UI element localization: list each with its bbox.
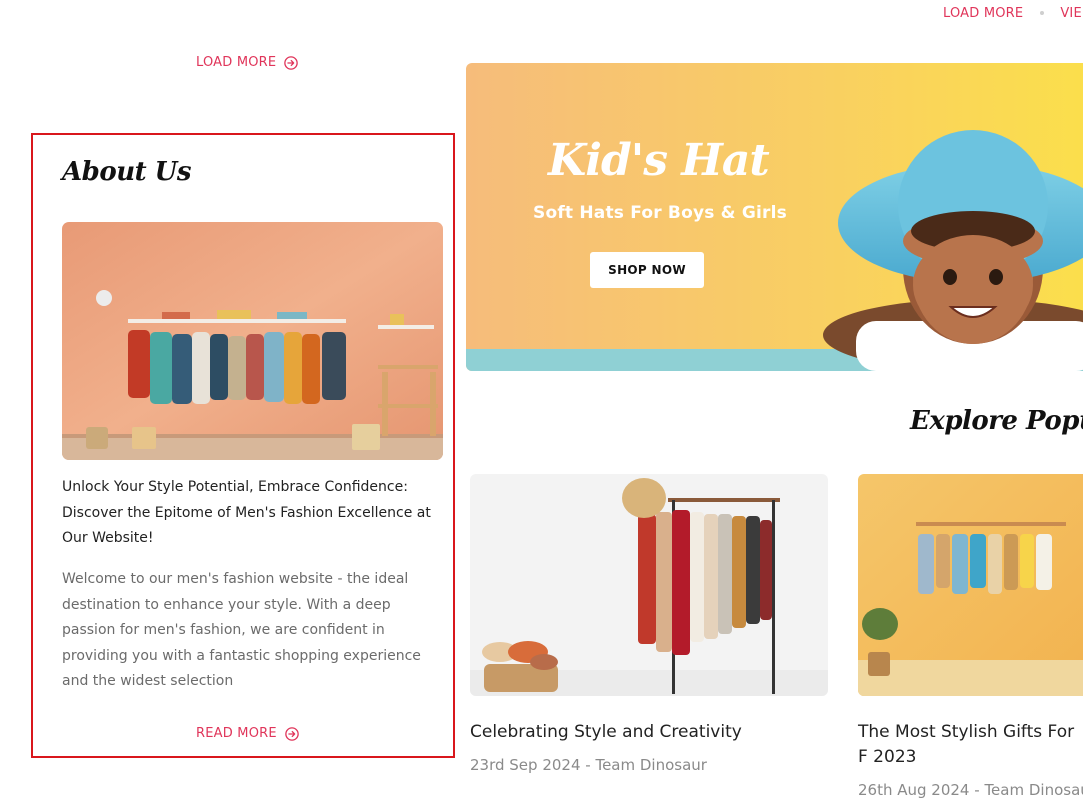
about-headline: Unlock Your Style Potential, Embrace Con… (62, 479, 431, 546)
post-author: - Team Dinosau (974, 781, 1083, 799)
shop-now-button[interactable]: SHOP NOW (590, 252, 704, 288)
post-image[interactable] (470, 474, 828, 696)
about-us-card: About Us Unlock Your Style Potential, Em… (31, 133, 455, 758)
post-title[interactable]: The Most Stylish Gifts For F 2023 (858, 720, 1083, 770)
top-nav-links: LOAD MORE VIE (943, 6, 1082, 21)
about-image (62, 222, 443, 460)
view-link-top[interactable]: VIE (1060, 6, 1082, 21)
separator-dot (1040, 10, 1045, 15)
post-meta: 26th Aug 2024 - Team Dinosau (858, 781, 1083, 799)
load-more-button[interactable]: LOAD MORE (196, 55, 299, 70)
post-author: - Team Dinosaur (585, 756, 707, 774)
read-more-label: READ MORE (196, 726, 277, 741)
about-body: Welcome to our men's fashion website - t… (62, 571, 421, 689)
post-date: 26th Aug 2024 (858, 781, 970, 799)
post-meta: 23rd Sep 2024 - Team Dinosaur (470, 756, 707, 774)
read-more-button[interactable]: READ MORE (196, 726, 299, 741)
explore-popular-title: Explore Popular (910, 406, 1083, 436)
post-date: 23rd Sep 2024 (470, 756, 581, 774)
circle-arrow-right-icon (285, 726, 299, 741)
load-more-label: LOAD MORE (196, 55, 277, 70)
circle-arrow-right-icon (284, 55, 299, 70)
post-image[interactable] (858, 474, 1083, 696)
about-title: About Us (62, 157, 191, 187)
post-title[interactable]: Celebrating Style and Creativity (470, 720, 828, 745)
load-more-link-top[interactable]: LOAD MORE (943, 6, 1023, 21)
banner-title: Kid's Hat (548, 135, 770, 186)
banner-subtitle: Soft Hats For Boys & Girls (533, 203, 787, 223)
kids-hat-banner[interactable]: Kid's Hat Soft Hats For Boys & Girls SHO… (466, 63, 1083, 371)
page: LOAD MORE VIE LOAD MORE About Us Unlock … (0, 0, 1083, 810)
